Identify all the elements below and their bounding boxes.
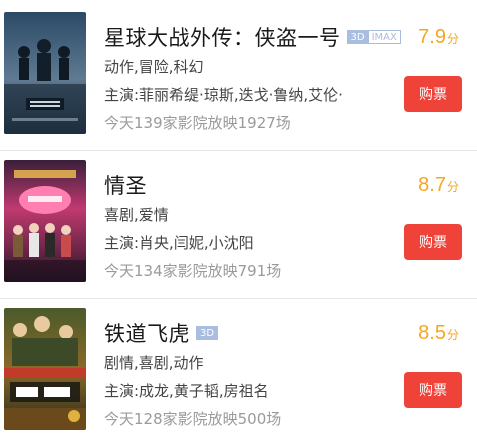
showing-info: 今天134家影院放映791场 [104, 262, 282, 280]
movie-list: 星球大战外传：侠盗一号 3D IMAX 7.9分 动作,冒险,科幻 主演:菲丽希… [0, 0, 477, 432]
movie-score: 7.9分 [418, 26, 459, 49]
movie-genre: 动作,冒险,科幻 [104, 58, 204, 76]
movie-cast: 主演:菲丽希缇·琼斯,迭戈·鲁纳,艾伦· [104, 86, 343, 104]
divider [0, 298, 477, 299]
movie-genre: 剧情,喜剧,动作 [104, 354, 204, 372]
showing-info: 今天128家影院放映500场 [104, 410, 282, 428]
format-tags: 3D [196, 326, 219, 340]
movie-cast: 主演:肖央,闫妮,小沈阳 [104, 234, 254, 252]
showing-info: 今天139家影院放映1927场 [104, 114, 291, 132]
divider [0, 150, 477, 151]
movie-poster[interactable] [4, 160, 86, 282]
title-row: 铁道飞虎 3D [104, 318, 219, 348]
tag-3d: 3D [346, 30, 369, 44]
movie-item[interactable]: 铁道飞虎 3D 8.5分 剧情,喜剧,动作 主演:成龙,黄子韬,房祖名 今天12… [0, 300, 477, 440]
movie-title[interactable]: 情圣 [104, 170, 147, 200]
score-value: 8.5 [418, 322, 446, 344]
score-value: 7.9 [418, 26, 446, 48]
tag-imax: IMAX [368, 30, 401, 44]
buy-ticket-button[interactable]: 购票 [404, 224, 462, 260]
movie-cast: 主演:成龙,黄子韬,房祖名 [104, 382, 269, 400]
movie-genre: 喜剧,爱情 [104, 206, 169, 224]
movie-item[interactable]: 情圣 8.7分 喜剧,爱情 主演:肖央,闫妮,小沈阳 今天134家影院放映791… [0, 152, 477, 292]
buy-ticket-button[interactable]: 购票 [404, 372, 462, 408]
score-unit: 分 [446, 328, 459, 342]
movie-item[interactable]: 星球大战外传：侠盗一号 3D IMAX 7.9分 动作,冒险,科幻 主演:菲丽希… [0, 4, 477, 144]
score-unit: 分 [446, 180, 459, 194]
tag-3d: 3D [196, 326, 219, 340]
buy-ticket-button[interactable]: 购票 [404, 76, 462, 112]
movie-poster[interactable] [4, 12, 86, 134]
title-row: 情圣 [104, 170, 147, 200]
title-row: 星球大战外传：侠盗一号 3D IMAX [104, 22, 401, 52]
score-unit: 分 [446, 32, 459, 46]
score-value: 8.7 [418, 174, 446, 196]
movie-score: 8.7分 [418, 174, 459, 197]
movie-score: 8.5分 [418, 322, 459, 345]
movie-title[interactable]: 星球大战外传：侠盗一号 [104, 22, 341, 52]
movie-poster[interactable] [4, 308, 86, 430]
movie-title[interactable]: 铁道飞虎 [104, 318, 190, 348]
format-tags: 3D IMAX [346, 30, 401, 44]
